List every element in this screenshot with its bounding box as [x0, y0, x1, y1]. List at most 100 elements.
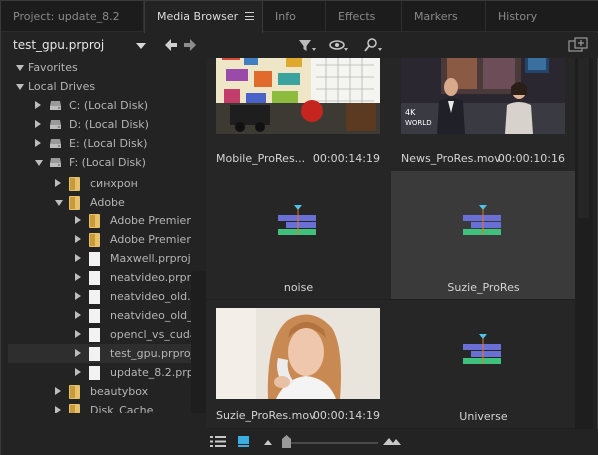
media-item-suzie-prores-mov[interactable]: Suzie_ProRes.mov 00:00:14:19	[206, 300, 391, 428]
tab-media-browser[interactable]: Media Browser	[144, 1, 263, 33]
tree-row-label: Maxwell.prproj	[110, 252, 191, 265]
tree-row-disk-f[interactable]: F: (Local Disk)	[8, 153, 191, 172]
video-thumbnail	[216, 308, 380, 399]
tree-scrollbar[interactable]	[191, 271, 206, 413]
tree-row-label: neatvideo_old_	[110, 309, 191, 322]
media-item-news-prores[interactable]: 4K WORLD News_ProRes.mov 00:00:10:16	[391, 58, 576, 171]
tree-row-update[interactable]: update_8.2.prpr	[8, 363, 191, 382]
view-icon[interactable]	[329, 37, 349, 54]
icon-view-icon[interactable]	[237, 435, 251, 448]
media-name: Suzie_ProRes	[447, 281, 520, 294]
tab-info[interactable]: Info	[263, 1, 326, 32]
expand-triangle-icon[interactable]	[35, 120, 41, 128]
media-duration: 00:00:14:19	[312, 152, 380, 165]
zoom-in-icon[interactable]	[383, 436, 401, 446]
file-icon	[89, 290, 100, 304]
tab-info-label: Info	[275, 10, 296, 23]
path-dropdown[interactable]: test_gpu.prproj	[7, 36, 151, 55]
filter-icon[interactable]	[297, 37, 317, 54]
tab-project[interactable]: Project: update_8.2	[1, 1, 144, 32]
folder-icon	[69, 385, 80, 399]
media-grid: Mobile_ProRes... 00:00:14:19 4K WORLD Ne…	[206, 58, 582, 429]
zoom-out-icon[interactable]	[263, 438, 273, 446]
tab-effects[interactable]: Effects	[326, 1, 402, 32]
tree-row-disk-c[interactable]: C: (Local Disk)	[8, 96, 191, 115]
tree-row-label: Favorites	[28, 61, 78, 74]
tab-markers-label: Markers	[414, 10, 458, 23]
tree-row-neatvideo-old[interactable]: neatvideo_old.p	[8, 287, 191, 306]
tree-row-neatvideo-old-2[interactable]: neatvideo_old_	[8, 306, 191, 325]
tree-row-label: синхрон	[90, 177, 138, 190]
zoom-slider-track[interactable]	[286, 442, 378, 444]
expand-triangle-icon[interactable]	[35, 160, 43, 166]
tab-markers[interactable]: Markers	[402, 1, 486, 32]
media-item-noise[interactable]: noise	[206, 171, 391, 299]
expand-triangle-icon[interactable]	[75, 349, 81, 357]
tree-row-disk-cache[interactable]: Disk_Cache	[8, 401, 191, 413]
tree-row-label: F: (Local Disk)	[69, 156, 146, 169]
file-icon	[89, 271, 100, 285]
tree-row-label: neatvideo_old.p	[110, 290, 191, 303]
media-name: Suzie_ProRes.mov	[216, 409, 316, 422]
folder-icon	[69, 196, 80, 210]
tree-row-maxwell[interactable]: Maxwell.prproj	[8, 249, 191, 268]
expand-triangle-icon[interactable]	[75, 216, 81, 224]
expand-triangle-icon[interactable]	[16, 84, 24, 90]
tree-row-adobe[interactable]: Adobe	[8, 193, 191, 212]
grid-scrollbar-thumb[interactable]	[578, 58, 589, 218]
tree-row-local-drives[interactable]: Local Drives	[8, 77, 191, 96]
expand-triangle-icon[interactable]	[55, 179, 61, 187]
expand-triangle-icon[interactable]	[75, 292, 81, 300]
media-name: News_ProRes.mov	[401, 152, 501, 165]
tree-row-label: Adobe	[90, 196, 125, 209]
media-duration: 00:00:14:19	[312, 409, 380, 422]
tree-row-adobe-premiere-1[interactable]: Adobe Premiere	[8, 211, 191, 230]
tree-row-label: C: (Local Disk)	[69, 99, 149, 112]
expand-triangle-icon[interactable]	[75, 330, 81, 338]
panel-menu-icon[interactable]	[245, 12, 254, 20]
tree-row-test-gpu[interactable]: test_gpu.prproj	[8, 344, 191, 363]
expand-triangle-icon[interactable]	[75, 254, 81, 262]
expand-triangle-icon[interactable]	[55, 387, 61, 395]
media-name: Universe	[459, 410, 508, 423]
media-item-universe[interactable]: Universe	[391, 300, 576, 428]
expand-triangle-icon[interactable]	[35, 139, 41, 147]
tree-row-sinkhron[interactable]: синхрон	[8, 174, 191, 193]
tab-history[interactable]: History	[486, 1, 598, 32]
file-icon	[89, 252, 100, 266]
tree-row-adobe-premiere-2[interactable]: Adobe Premiere	[8, 230, 191, 249]
tree-row-neatvideo[interactable]: neatvideo.prpro	[8, 268, 191, 287]
back-arrow-icon[interactable]	[163, 37, 179, 53]
expand-triangle-icon[interactable]	[75, 235, 81, 243]
media-duration: 00:00:10:16	[497, 152, 565, 165]
tree-row-beautybox[interactable]: beautybox	[8, 382, 191, 401]
expand-triangle-icon[interactable]	[55, 200, 63, 206]
expand-triangle-icon[interactable]	[75, 368, 81, 376]
expand-triangle-icon[interactable]	[55, 406, 61, 413]
media-name: Mobile_ProRes...	[216, 152, 306, 165]
expand-triangle-icon[interactable]	[75, 273, 81, 281]
tree-row-disk-d[interactable]: D: (Local Disk)	[8, 115, 191, 134]
list-view-icon[interactable]	[210, 435, 226, 448]
tree-row-opencl[interactable]: opencl_vs_cuda	[8, 325, 191, 344]
grid-scrollbar[interactable]	[575, 58, 593, 429]
media-item-suzie-prores-seq[interactable]: Suzie_ProRes	[391, 171, 576, 299]
disk-icon	[50, 101, 61, 110]
tree-row-label: Disk_Cache	[90, 404, 154, 413]
sequence-icon	[278, 205, 316, 235]
file-icon	[89, 347, 100, 361]
tree-row-label: Adobe Premiere	[110, 233, 191, 246]
tree-row-disk-e[interactable]: E: (Local Disk)	[8, 134, 191, 153]
expand-triangle-icon[interactable]	[35, 101, 41, 109]
search-icon[interactable]	[363, 37, 383, 54]
zoom-slider-handle[interactable]	[281, 435, 292, 448]
tab-effects-label: Effects	[338, 10, 376, 23]
expand-triangle-icon[interactable]	[16, 65, 24, 71]
bottom-bar	[1, 429, 598, 455]
forward-arrow-icon[interactable]	[182, 37, 198, 53]
media-item-mobile-prores[interactable]: Mobile_ProRes... 00:00:14:19	[206, 58, 391, 171]
tree-row-favorites[interactable]: Favorites	[8, 58, 191, 77]
ingest-icon[interactable]	[567, 37, 589, 54]
folder-icon	[89, 233, 100, 247]
expand-triangle-icon[interactable]	[75, 311, 81, 319]
